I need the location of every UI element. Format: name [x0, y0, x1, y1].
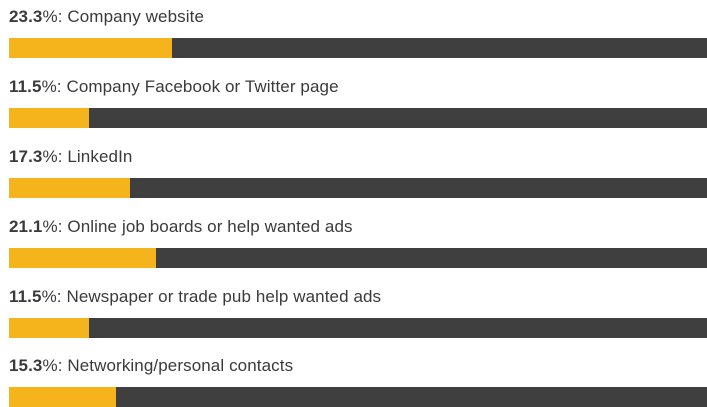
bar-value-label: 11.5	[9, 77, 42, 96]
bar-value-label: 23.3	[9, 7, 43, 26]
bar-row: 11.5%: Company Facebook or Twitter page	[9, 76, 707, 128]
bar-row: 17.3%: LinkedIn	[9, 146, 707, 198]
bar-value-suffix: %	[42, 147, 58, 166]
bar-row: 23.3%: Company website	[9, 6, 707, 58]
bar-label: 21.1%: Online job boards or help wanted …	[9, 217, 353, 236]
bar	[9, 248, 157, 268]
bar-value-suffix: %	[42, 356, 58, 375]
bar-track	[9, 108, 707, 128]
bar-category-label: Networking/personal contacts	[67, 356, 294, 375]
bar-category-label: Company Facebook or Twitter page	[66, 77, 339, 96]
bar-value-suffix: %	[42, 7, 58, 26]
bar-track	[9, 387, 707, 407]
bar-track	[9, 178, 707, 198]
bar	[9, 38, 172, 58]
bar-label: 23.3%: Company website	[9, 7, 204, 26]
bar-category-label: Online job boards or help wanted ads	[67, 217, 353, 236]
bar	[9, 108, 90, 128]
bar-row: 21.1%: Online job boards or help wanted …	[9, 216, 707, 268]
bar-row: 11.5%: Newspaper or trade pub help wante…	[9, 286, 707, 338]
bar-track	[9, 38, 707, 58]
bar-label: 17.3%: LinkedIn	[9, 147, 133, 166]
bar-value-label: 17.3	[9, 147, 43, 166]
bar	[9, 318, 90, 338]
bar-chart: 23.3%: Company website 11.5%: Company Fac…	[0, 0, 707, 407]
bar-value-suffix: %	[41, 287, 57, 306]
bar-label: 11.5%: Newspaper or trade pub help wante…	[9, 287, 382, 306]
bar-label: 15.3%: Networking/personal contacts	[9, 356, 294, 375]
bar-value-suffix: %	[42, 217, 58, 236]
bar-value-label: 11.5	[9, 287, 42, 306]
bar	[9, 178, 130, 198]
bar-category-label: LinkedIn	[67, 147, 133, 166]
bar-track	[9, 248, 707, 268]
bar-value-suffix: %	[41, 77, 57, 96]
bar-track	[9, 318, 707, 338]
bar-category-label: Company website	[67, 7, 204, 26]
bar-category-label: Newspaper or trade pub help wanted ads	[66, 287, 382, 306]
bar-label: 11.5%: Company Facebook or Twitter page	[9, 77, 339, 96]
bar-value-label: 21.1	[9, 217, 43, 236]
bar-value-label: 15.3	[9, 356, 43, 375]
bar	[9, 387, 116, 407]
bar-row: 15.3%: Networking/personal contacts	[9, 355, 707, 407]
